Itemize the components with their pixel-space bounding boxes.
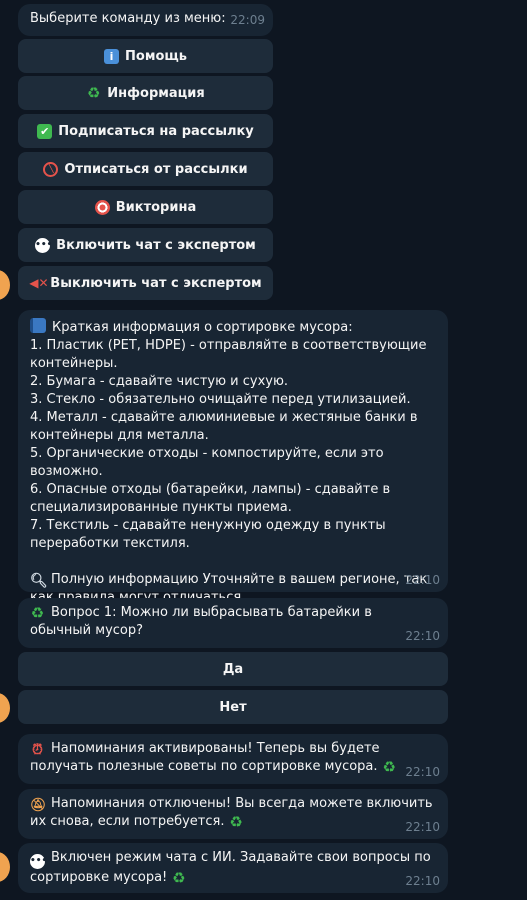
unsubscribe-button[interactable]: ╲ Отписаться от рассылки — [18, 152, 273, 186]
button-label: Нет — [219, 699, 247, 715]
speech-bubble-icon: ••• — [35, 237, 52, 253]
message-time: 22:10 — [405, 573, 440, 587]
button-label: Выключить чат с экспертом — [50, 275, 262, 291]
subscribe-button[interactable]: ✔ Подписаться на рассылку — [18, 114, 273, 148]
bot-avatar[interactable] — [0, 693, 10, 723]
message-text: Напоминания активированы! Теперь вы буде… — [30, 741, 384, 774]
check-mark-icon: ✔ — [37, 123, 53, 139]
button-label: Викторина — [115, 199, 197, 215]
button-label: Включить чат с экспертом — [56, 237, 256, 253]
message-text: Вопрос 1: Можно ли выбрасывать батарейки… — [30, 605, 377, 638]
info-icon: i — [104, 48, 120, 64]
speech-bubble-icon: ••• — [30, 854, 47, 869]
sorting-info-message: Краткая информация о сортировке мусора: … — [18, 310, 448, 605]
button-label: Да — [222, 661, 244, 677]
bot-avatar[interactable] — [0, 852, 10, 882]
message-time: 22:10 — [405, 874, 440, 888]
recycle-icon: ♻ — [87, 83, 101, 102]
information-button[interactable]: ♻ Информация — [18, 76, 273, 110]
message-time: 22:10 — [405, 765, 440, 779]
message-text: Включен режим чата с ИИ. Задавайте свои … — [30, 850, 435, 885]
reminders-disabled-message: 🔕︎ Напоминания отключены! Вы всегда может… — [18, 789, 448, 839]
alarm-clock-icon: ⏰︎ — [32, 742, 43, 758]
answer-no-button[interactable]: Нет — [18, 690, 448, 724]
bot-avatar[interactable] — [0, 270, 10, 300]
bell-off-icon: 🔕︎ — [30, 798, 47, 813]
button-label: Отписаться от рассылки — [64, 161, 248, 177]
dart-target-icon — [94, 199, 110, 215]
button-label: Информация — [107, 85, 205, 101]
recycle-icon: ♻ — [382, 758, 396, 776]
quiz-button[interactable]: Викторина — [18, 190, 273, 224]
button-label: Помощь — [125, 48, 187, 64]
answer-yes-button[interactable]: Да — [18, 652, 448, 686]
recycle-icon: ♻ — [30, 604, 45, 622]
message-time: 22:09 — [230, 13, 265, 27]
muted-speaker-icon: ◀✕ — [29, 275, 49, 290]
message-time: 22:10 — [405, 820, 440, 834]
magnifier-icon: 🔍︎ — [30, 573, 48, 589]
recycle-icon: ♻ — [172, 869, 186, 887]
disable-expert-chat-button[interactable]: ◀✕ Выключить чат с экспертом — [18, 266, 273, 300]
prohibited-icon: ╲ — [43, 161, 59, 177]
message-time: 22:10 — [405, 629, 440, 643]
menu-prompt-message: Выберите команду из меню: 22:09 — [18, 4, 273, 36]
help-button[interactable]: i Помощь — [18, 39, 273, 73]
recycle-icon: ♻ — [229, 813, 243, 831]
message-text: Краткая информация о сортировке мусора: … — [30, 320, 427, 551]
button-label: Подписаться на рассылку — [58, 123, 254, 139]
reminders-activated-message: ⏰︎ Напоминания активированы! Теперь вы бу… — [18, 734, 448, 784]
message-text: Выберите команду из меню: — [30, 11, 226, 26]
enable-expert-chat-button[interactable]: ••• Включить чат с экспертом — [18, 228, 273, 262]
ai-chat-enabled-message: ••• Включен режим чата с ИИ. Задавайте св… — [18, 843, 448, 893]
blue-book-icon — [30, 318, 46, 333]
quiz-question-message: ♻ Вопрос 1: Можно ли выбрасывать батарейк… — [18, 598, 448, 648]
